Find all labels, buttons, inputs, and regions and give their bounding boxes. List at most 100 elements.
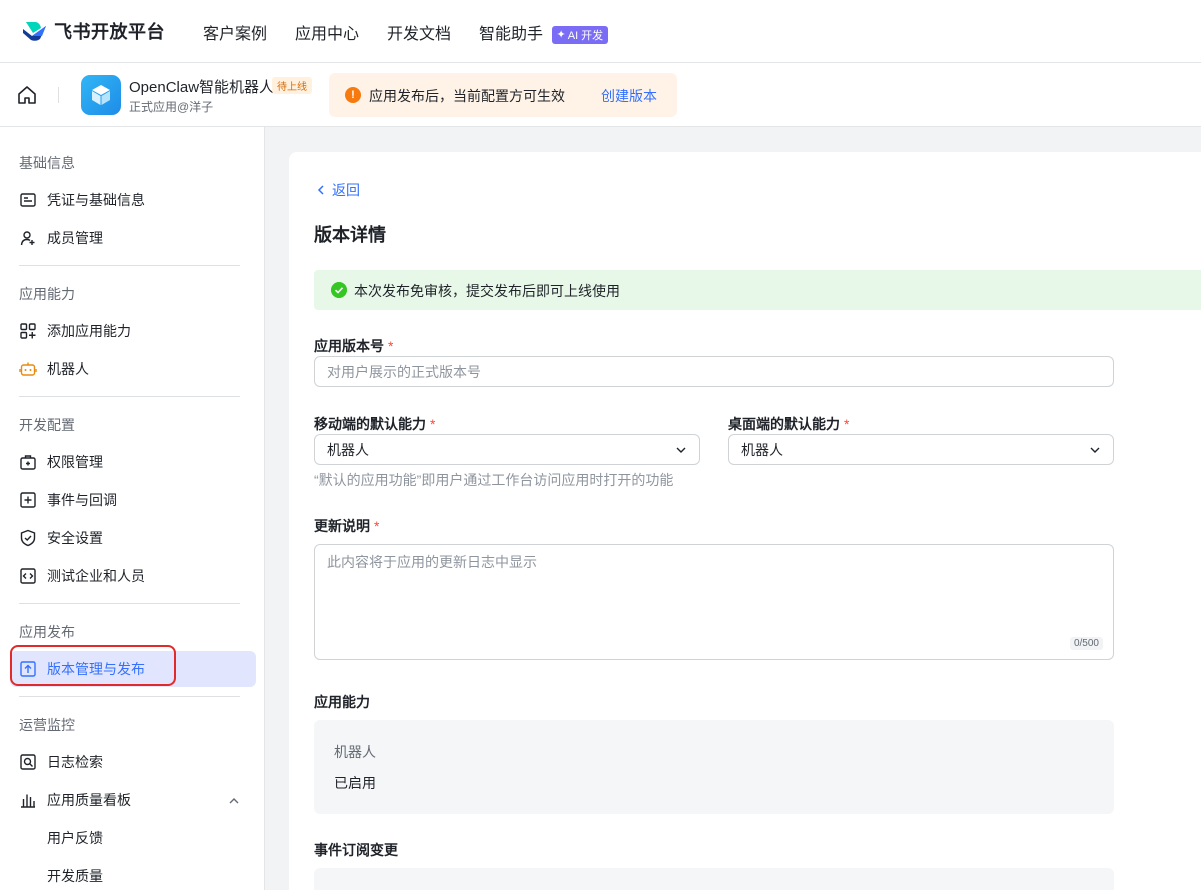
- chevron-down-icon: [676, 447, 686, 453]
- page-title: 版本详情: [314, 225, 386, 245]
- release-notes-label: 更新说明 *: [314, 516, 379, 536]
- sidebar-item-test-org[interactable]: 测试企业和人员: [19, 566, 145, 586]
- required-mark: *: [844, 416, 850, 432]
- brand-name: 飞书开放平台: [54, 22, 165, 42]
- top-navbar: 飞书开放平台 客户案例 应用中心 开发文档 智能助手 ✦ AI 开发: [0, 0, 1201, 63]
- sidebar-group-capability: 应用能力: [19, 286, 75, 302]
- publish-notice: ! 应用发布后，当前配置方可生效 创建版本: [329, 73, 677, 117]
- sidebar-item-quality[interactable]: 应用质量看板: [19, 790, 131, 810]
- events-section-title: 事件订阅变更: [314, 842, 398, 858]
- desktop-selected-value: 机器人: [741, 441, 783, 458]
- sidebar-item-events[interactable]: 事件与回调: [19, 490, 117, 510]
- ai-dev-badge: ✦ AI 开发: [551, 25, 609, 44]
- capability-status: 已启用: [334, 775, 376, 791]
- sidebar-item-security[interactable]: 安全设置: [19, 528, 103, 548]
- app-header: OpenClaw智能机器人 待上线 正式应用@洋子 ! 应用发布后，当前配置方可…: [0, 63, 1201, 127]
- sidebar-item-add-capability[interactable]: 添加应用能力: [19, 321, 131, 341]
- brand-logo[interactable]: 飞书开放平台: [20, 18, 165, 44]
- warning-icon: !: [345, 87, 361, 103]
- notes-placeholder: 此内容将于应用的更新日志中显示: [327, 554, 537, 570]
- back-label: 返回: [332, 182, 360, 198]
- version-number-input[interactable]: 对用户展示的正式版本号: [314, 356, 1114, 387]
- sidebar-item-label: 凭证与基础信息: [47, 192, 145, 208]
- sidebar-group-release: 应用发布: [19, 624, 75, 640]
- nav-customer-cases[interactable]: 客户案例: [203, 20, 267, 44]
- home-icon[interactable]: [16, 84, 38, 106]
- permission-icon: [20, 455, 36, 470]
- sidebar-group-basic: 基础信息: [19, 155, 75, 171]
- release-notes-textarea[interactable]: 此内容将于应用的更新日志中显示 0/500: [314, 544, 1114, 660]
- default-capability-hint: “默认的应用功能”即用户通过工作台访问应用时打开的功能: [314, 472, 674, 488]
- sidebar-item-label: 测试企业和人员: [47, 568, 145, 584]
- mobile-default-select[interactable]: 机器人: [314, 434, 700, 465]
- event-add-icon: [20, 492, 36, 508]
- chevron-left-icon: [317, 185, 324, 195]
- annotation-highlight-box: [10, 645, 176, 686]
- header-divider: [58, 87, 59, 103]
- capability-section-title: 应用能力: [314, 694, 370, 710]
- events-box: [314, 868, 1114, 890]
- review-exempt-banner: 本次发布免审核，提交发布后即可上线使用: [314, 270, 1201, 310]
- ai-badge-label: AI 开发: [567, 29, 604, 42]
- sidebar-item-permissions[interactable]: 权限管理: [19, 452, 103, 472]
- mobile-label-text: 移动端的默认能力: [314, 416, 426, 432]
- shield-icon: [20, 529, 36, 547]
- sidebar-group-dev: 开发配置: [19, 417, 75, 433]
- nav-dev-docs[interactable]: 开发文档: [387, 20, 451, 44]
- create-version-link[interactable]: 创建版本: [601, 86, 657, 106]
- apps-add-icon: [20, 323, 36, 339]
- desktop-default-label: 桌面端的默认能力 *: [728, 414, 849, 434]
- sidebar-item-label: 机器人: [47, 361, 89, 377]
- nav-smart-assistant-label: 智能助手: [479, 26, 544, 43]
- sidebar-subitem-dev-quality[interactable]: 开发质量: [47, 866, 103, 886]
- capability-name: 机器人: [334, 744, 376, 760]
- required-mark: *: [388, 338, 394, 354]
- log-search-icon: [20, 754, 36, 770]
- version-placeholder: 对用户展示的正式版本号: [327, 363, 481, 380]
- id-card-icon: [20, 193, 36, 207]
- char-counter: 0/500: [1069, 637, 1103, 650]
- feishu-logo-icon: [23, 22, 46, 41]
- back-link[interactable]: 返回: [315, 180, 360, 200]
- banner-text: 本次发布免审核，提交发布后即可上线使用: [354, 283, 620, 299]
- sidebar-divider: [19, 696, 240, 697]
- code-icon: [20, 568, 36, 584]
- check-circle-icon: [331, 282, 347, 298]
- required-mark: *: [430, 416, 436, 432]
- nav-menu: 客户案例 应用中心 开发文档 智能助手 ✦ AI 开发: [203, 20, 609, 44]
- status-badge: 待上线: [272, 77, 312, 94]
- nav-smart-assistant[interactable]: 智能助手 ✦ AI 开发: [479, 20, 609, 44]
- chevron-up-icon[interactable]: [228, 795, 240, 807]
- sidebar-item-label: 权限管理: [47, 454, 103, 470]
- notes-label-text: 更新说明: [314, 518, 370, 534]
- version-detail-card: 返回 版本详情 本次发布免审核，提交发布后即可上线使用 应用版本号 * 对用户展示…: [289, 152, 1201, 890]
- sidebar-item-logs[interactable]: 日志检索: [19, 752, 103, 772]
- sidebar-item-members[interactable]: 成员管理: [19, 228, 103, 248]
- chevron-down-icon: [1090, 447, 1100, 453]
- required-mark: *: [374, 518, 380, 534]
- bar-chart-icon: [21, 794, 35, 808]
- mobile-default-label: 移动端的默认能力 *: [314, 414, 435, 434]
- mobile-selected-value: 机器人: [327, 441, 369, 458]
- add-user-icon: [20, 231, 35, 246]
- sparkle-icon: ✦: [556, 29, 566, 42]
- sidebar-item-credentials[interactable]: 凭证与基础信息: [19, 190, 145, 210]
- app-avatar: [81, 75, 121, 115]
- sidebar-divider: [19, 396, 240, 397]
- app-name: OpenClaw智能机器人: [129, 79, 275, 96]
- sidebar-item-label: 添加应用能力: [47, 323, 131, 339]
- notice-text: 应用发布后，当前配置方可生效: [369, 88, 565, 104]
- sidebar-subitem-feedback[interactable]: 用户反馈: [47, 828, 103, 848]
- nav-app-center[interactable]: 应用中心: [295, 20, 359, 44]
- capability-box: 机器人 已启用: [314, 720, 1114, 814]
- app-subtitle: 正式应用@洋子: [129, 100, 214, 114]
- sidebar-item-label: 成员管理: [47, 230, 103, 246]
- sidebar-divider: [19, 603, 240, 604]
- sidebar: 基础信息 凭证与基础信息 成员管理 应用能力 添加应用能力 机器人 开发配置 权…: [0, 127, 265, 890]
- sidebar-item-bot[interactable]: 机器人: [19, 359, 89, 379]
- desktop-label-text: 桌面端的默认能力: [728, 416, 840, 432]
- desktop-default-select[interactable]: 机器人: [728, 434, 1114, 465]
- version-label-text: 应用版本号: [314, 338, 384, 354]
- sidebar-item-label: 安全设置: [47, 530, 103, 546]
- sidebar-item-label: 事件与回调: [47, 492, 117, 508]
